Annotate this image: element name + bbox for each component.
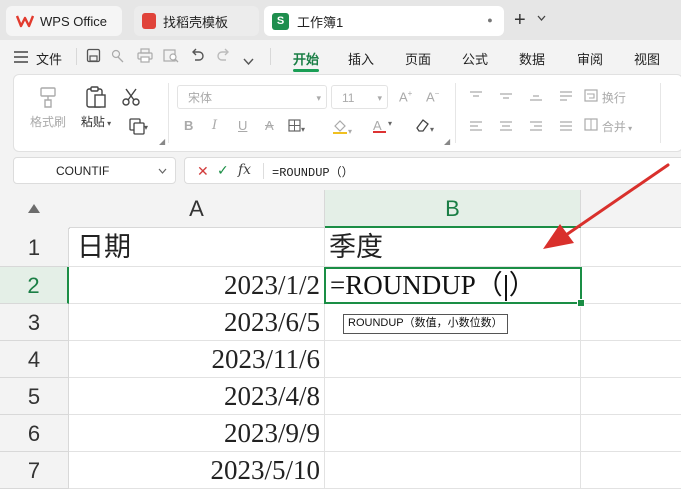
annotation-arrow <box>543 163 670 249</box>
